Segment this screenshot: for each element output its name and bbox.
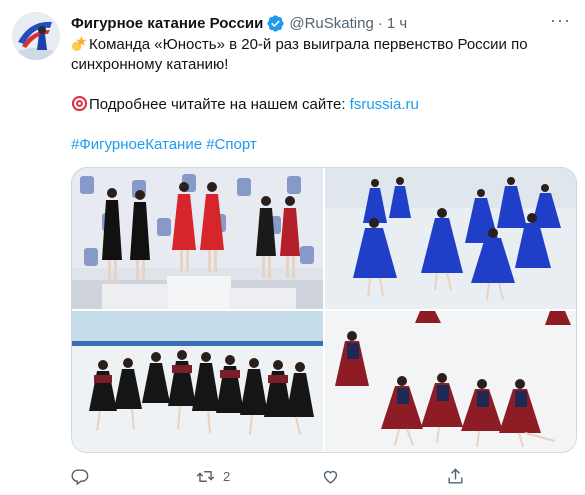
star-trophy-emoji-icon <box>71 35 88 52</box>
podium-photo[interactable] <box>72 168 323 309</box>
like-button[interactable] <box>321 467 446 486</box>
timestamp[interactable]: 1 ч <box>387 15 407 32</box>
separator-dot: · <box>377 14 383 32</box>
tweet-more-line: Подробнее читайте на нашем сайте: fsruss… <box>71 95 571 115</box>
tweet-blank-line-2 <box>71 115 571 135</box>
verified-badge-icon <box>266 14 285 33</box>
target-emoji-icon <box>71 95 88 112</box>
media-grid <box>71 167 577 453</box>
tweet-line-1: Команда «Юность» в 20-й раз выиграла пер… <box>71 35 571 55</box>
tweet-actions: 2 <box>71 466 571 486</box>
tweet-header: Фигурное катание России @RuSkating · 1 ч <box>71 12 573 34</box>
tweet-text: Команда «Юность» в 20-й раз выиграла пер… <box>71 35 571 155</box>
hashtags-line: #ФигурноеКатание #Спорт <box>71 135 571 155</box>
site-link[interactable]: fsrussia.ru <box>350 96 419 113</box>
hashtag-link[interactable]: #Спорт <box>206 136 257 153</box>
retweet-icon <box>196 470 215 482</box>
blue-dresses-photo[interactable] <box>325 168 576 309</box>
hashtag-link[interactable]: #ФигурноеКатание <box>71 136 202 153</box>
like-icon <box>323 470 338 484</box>
tweet-line-2: синхронному катанию! <box>71 56 229 73</box>
retweet-count: 2 <box>223 468 231 484</box>
more-options-icon[interactable]: ··· <box>550 11 571 29</box>
tweet[interactable]: Фигурное катание России @RuSkating · 1 ч… <box>0 0 585 495</box>
black-dresses-photo[interactable] <box>72 311 323 452</box>
tweet-line-1-text: Команда «Юность» в 20-й раз выиграла пер… <box>89 36 528 53</box>
author-handle[interactable]: @RuSkating <box>289 15 373 32</box>
retweet-button[interactable]: 2 <box>196 467 321 486</box>
author-name[interactable]: Фигурное катание России <box>71 15 263 32</box>
avatar[interactable] <box>12 12 60 60</box>
share-icon <box>448 468 463 484</box>
red-dresses-photo[interactable] <box>325 311 576 452</box>
reply-button[interactable] <box>71 467 196 486</box>
more-text: Подробнее читайте на нашем сайте: <box>89 96 350 113</box>
share-button[interactable] <box>446 467 571 486</box>
reply-icon <box>71 468 89 485</box>
